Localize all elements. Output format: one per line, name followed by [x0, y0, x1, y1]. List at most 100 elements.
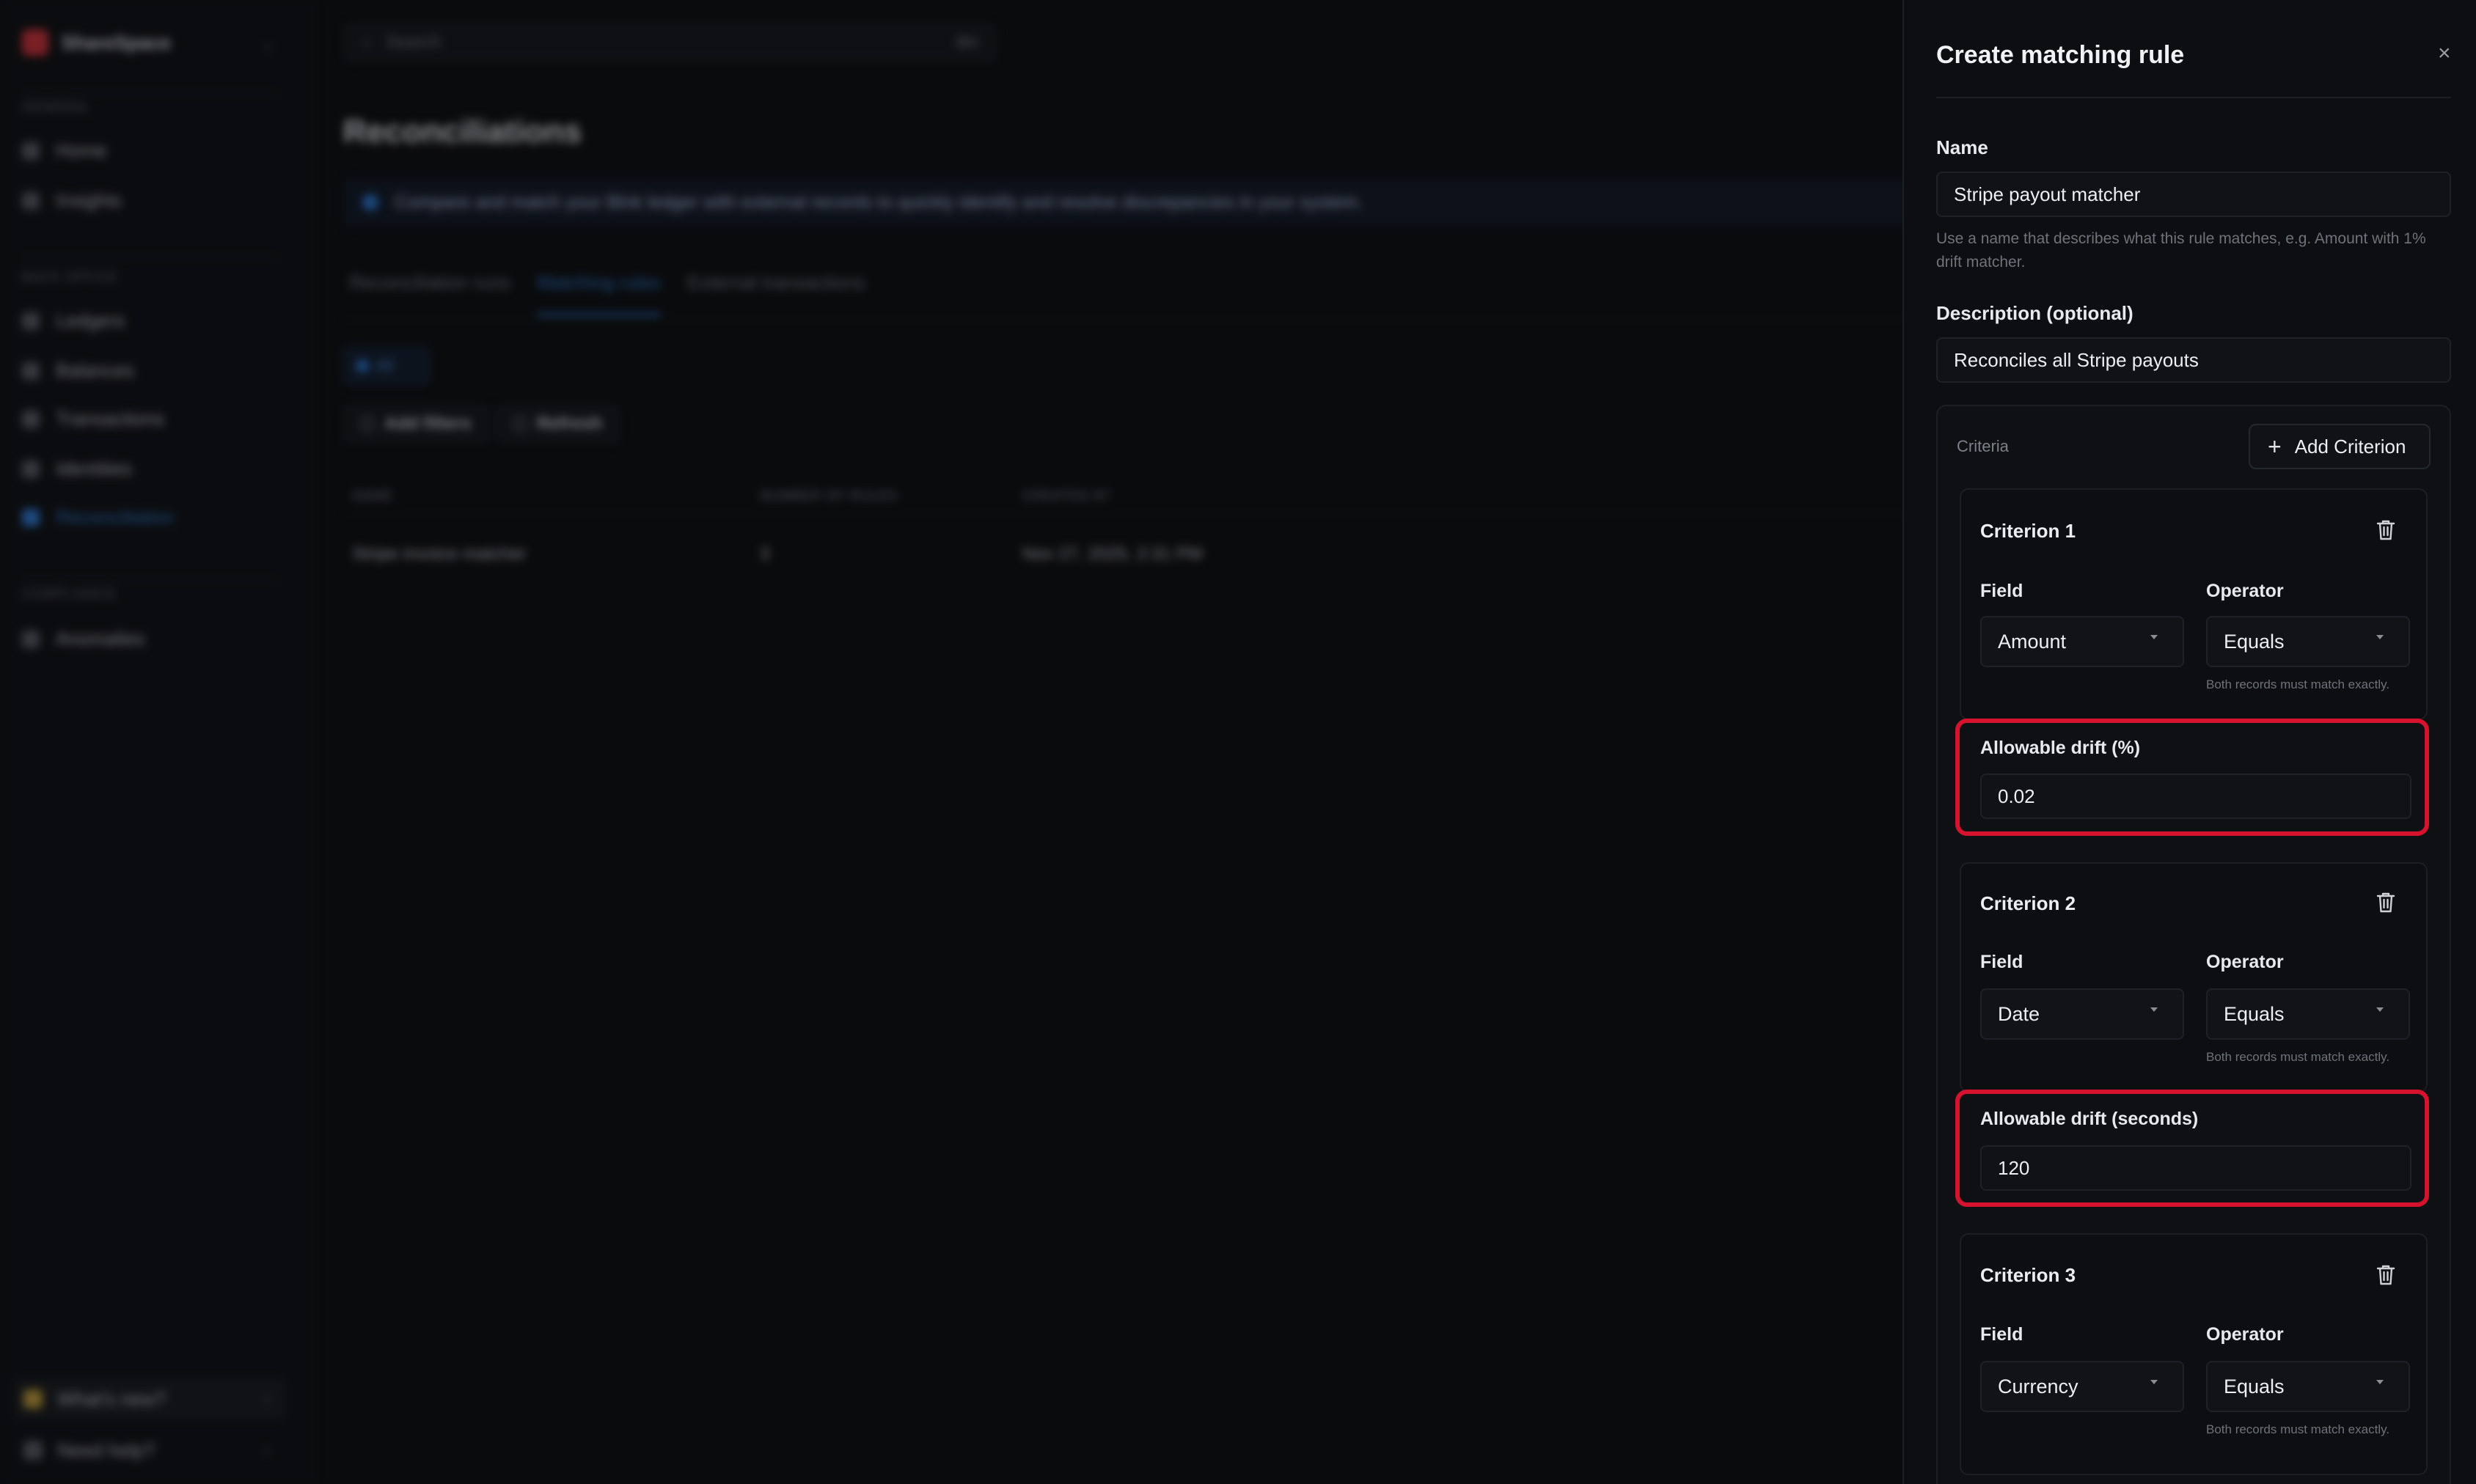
operator-select[interactable]: Equals — [2206, 616, 2410, 667]
table-cell-name[interactable]: Stripe invoice matcher — [352, 544, 526, 565]
operator-select[interactable]: Equals — [2206, 1361, 2410, 1412]
operator-label: Operator — [2206, 581, 2284, 601]
button-label: Add filters — [384, 414, 472, 433]
help-icon — [23, 1441, 43, 1460]
drift-input[interactable]: 0.02 — [1980, 774, 2411, 819]
sidebar-item-transactions[interactable]: Transactions — [22, 408, 164, 430]
tab-reconciliation-runs[interactable]: Reconciliation runs — [349, 271, 510, 316]
operator-label: Operator — [2206, 952, 2284, 972]
tab-external-transactions[interactable]: External transactions — [687, 271, 865, 316]
column-header-rules[interactable]: NUMBER OF RULES — [760, 488, 898, 504]
search-shortcut: ⌘K — [955, 34, 980, 51]
divider — [1936, 97, 2451, 98]
add-criterion-button[interactable]: + Add Criterion — [2249, 424, 2431, 469]
add-criterion-label: Add Criterion — [2294, 435, 2406, 458]
sidebar-section-back-office: BACK OFFICE — [22, 270, 119, 284]
divider — [22, 257, 279, 258]
chevron-down-icon — [2376, 635, 2384, 639]
plus-icon: + — [2268, 433, 2282, 460]
page-title: Reconciliations — [343, 114, 582, 150]
field-select[interactable]: Amount — [1980, 616, 2184, 667]
home-icon — [22, 142, 40, 160]
chevron-right-icon: › — [264, 1441, 270, 1459]
tabs: Reconciliation runs Matching rules Exter… — [349, 271, 865, 316]
criterion-title: Criterion 3 — [1980, 1264, 2076, 1286]
sidebar: ShareSpace ⌄ GENERAL Home Insights BACK … — [0, 0, 315, 1484]
sidebar-item-label: Transactions — [56, 408, 164, 430]
operator-select-value: Equals — [2224, 630, 2285, 653]
sidebar-item-insights[interactable]: Insights — [22, 189, 122, 212]
field-label: Field — [1980, 1324, 2023, 1345]
sidebar-item-identities[interactable]: Identities — [22, 458, 132, 480]
description-label: Description (optional) — [1936, 302, 2133, 324]
chip-label: All — [376, 356, 394, 375]
drift-input[interactable]: 120 — [1980, 1145, 2411, 1191]
wallet-icon — [22, 361, 40, 380]
trash-icon[interactable] — [2376, 519, 2395, 541]
chevron-down-icon — [2150, 1380, 2158, 1384]
sidebar-item-anomalies[interactable]: Anomalies — [22, 628, 144, 650]
sparkle-icon — [23, 1389, 43, 1408]
add-filters-button[interactable]: Add filters — [343, 405, 489, 443]
description-input[interactable]: Reconciles all Stripe payouts — [1936, 337, 2451, 383]
sidebar-item-ledgers[interactable]: Ledgers — [22, 309, 125, 332]
sidebar-item-balances[interactable]: Balances — [22, 359, 134, 382]
operator-select[interactable]: Equals — [2206, 988, 2410, 1040]
search-input[interactable]: ⌕ Search ⌘K — [343, 23, 996, 62]
anomaly-icon — [22, 630, 40, 648]
trash-icon[interactable] — [2376, 892, 2395, 914]
checkbox-icon — [356, 360, 368, 372]
sidebar-section-general: GENERAL — [22, 100, 91, 114]
trash-icon[interactable] — [2376, 1264, 2395, 1286]
name-input[interactable]: Stripe payout matcher — [1936, 172, 2451, 217]
whats-new-label: What's new? — [57, 1387, 166, 1410]
operator-select-value: Equals — [2224, 1375, 2285, 1397]
refresh-icon — [513, 417, 527, 430]
sidebar-item-label: Balances — [56, 359, 134, 381]
sidebar-item-reconciliation[interactable]: Reconciliation — [22, 506, 175, 529]
create-matching-rule-drawer: Create matching rule × Name Stripe payou… — [1902, 0, 2476, 1484]
sidebar-item-label: Ledgers — [56, 309, 125, 331]
refresh-button[interactable]: Refresh — [496, 405, 620, 443]
reconciliation-icon — [22, 508, 40, 526]
chevron-right-icon: › — [264, 1389, 270, 1408]
sidebar-item-home[interactable]: Home — [22, 139, 106, 162]
divider — [22, 579, 279, 581]
sidebar-item-label: Identities — [56, 458, 133, 480]
info-banner: Compare and match your Blnk ledger with … — [343, 179, 1957, 226]
table-cell-created: Nov 27, 2025, 2:31 PM — [1022, 544, 1203, 564]
transactions-icon — [22, 410, 40, 428]
drift-label: Allowable drift (%) — [1980, 738, 2141, 758]
filter-chip-all[interactable]: All — [343, 348, 430, 384]
close-icon[interactable]: × — [2438, 43, 2451, 65]
operator-select-value: Equals — [2224, 1002, 2285, 1025]
chevron-down-icon — [2376, 1007, 2384, 1012]
field-label: Field — [1980, 581, 2023, 601]
need-help-button[interactable]: Need help? › — [13, 1430, 285, 1471]
divider — [343, 317, 1957, 318]
search-placeholder: Search — [385, 32, 442, 52]
chevron-down-icon[interactable]: ⌄ — [261, 35, 274, 54]
brand[interactable]: ShareSpace — [22, 29, 171, 56]
drawer-title: Create matching rule — [1936, 41, 2185, 69]
operator-hint: Both records must match exactly. — [2206, 1050, 2390, 1064]
info-icon — [362, 194, 378, 210]
identity-icon — [22, 460, 40, 478]
name-label: Name — [1936, 136, 1988, 158]
column-header-created[interactable]: CREATED AT — [1022, 488, 1110, 504]
operator-hint: Both records must match exactly. — [2206, 1422, 2390, 1436]
field-select-value: Currency — [1998, 1375, 2078, 1397]
sidebar-item-label: Insights — [56, 189, 122, 211]
column-header-name[interactable]: NAME — [352, 488, 393, 504]
criteria-label: Criteria — [1957, 437, 2009, 455]
chevron-down-icon — [2150, 1007, 2158, 1012]
field-select[interactable]: Currency — [1980, 1361, 2184, 1412]
ledger-icon — [22, 312, 40, 330]
divider — [22, 92, 279, 94]
insights-icon — [22, 191, 40, 210]
whats-new-button[interactable]: What's new? › — [13, 1378, 285, 1419]
sidebar-item-label: Reconciliation — [56, 506, 175, 528]
field-select[interactable]: Date — [1980, 988, 2184, 1040]
tab-matching-rules[interactable]: Matching rules — [536, 271, 661, 316]
divider — [343, 515, 1957, 516]
